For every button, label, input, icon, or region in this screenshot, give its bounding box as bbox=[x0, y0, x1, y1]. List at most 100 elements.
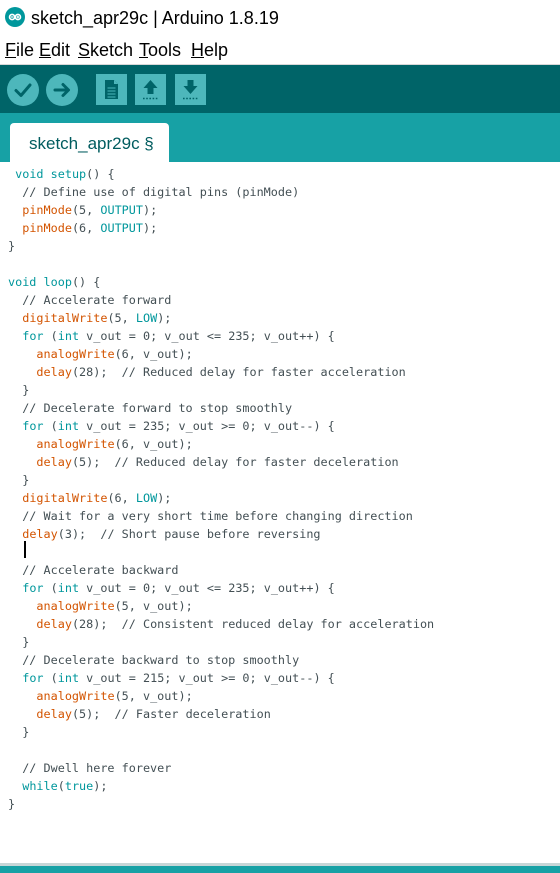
code-token: (6, bbox=[107, 491, 136, 505]
code-line: // Accelerate forward bbox=[8, 291, 171, 309]
code-token: (6, bbox=[71, 221, 101, 235]
open-button[interactable] bbox=[135, 74, 166, 105]
code-line: // Accelerate backward bbox=[8, 561, 178, 579]
code-token: setup bbox=[50, 167, 87, 181]
menu-sketch[interactable]: Sketch bbox=[78, 39, 133, 61]
code-token: v_out = 235; v_out >= 0; v_out--) { bbox=[79, 419, 335, 433]
code-line: } bbox=[8, 237, 15, 255]
code-token: pinMode bbox=[22, 221, 72, 235]
save-down-arrow-icon bbox=[183, 80, 198, 100]
code-line: while(true); bbox=[8, 777, 107, 795]
menu-file-mnemonic: F bbox=[5, 40, 16, 60]
menu-edit-mnemonic: E bbox=[39, 40, 52, 60]
verify-button[interactable] bbox=[7, 74, 39, 106]
menu-edit[interactable]: Edit bbox=[39, 39, 70, 61]
code-token: analogWrite bbox=[36, 437, 115, 451]
code-token: } bbox=[8, 725, 30, 739]
code-token: OUTPUT bbox=[100, 203, 143, 217]
code-token: } bbox=[8, 473, 30, 487]
menu-file-label: ile bbox=[16, 40, 35, 60]
code-line: delay(5); // Reduced delay for faster de… bbox=[8, 453, 398, 471]
code-line: delay(28); // Reduced delay for faster a… bbox=[8, 363, 405, 381]
code-token: ); bbox=[142, 221, 158, 235]
code-token: for bbox=[22, 581, 44, 595]
new-button[interactable] bbox=[96, 74, 127, 105]
code-token: loop bbox=[43, 275, 72, 289]
code-token: for bbox=[22, 419, 44, 433]
code-line: delay(3); // Short pause before reversin… bbox=[8, 525, 321, 543]
code-line: // Dwell here forever bbox=[8, 759, 171, 777]
code-token: } bbox=[8, 635, 30, 649]
code-line: for (int v_out = 0; v_out <= 235; v_out+… bbox=[8, 579, 335, 597]
code-token: (5, bbox=[107, 311, 136, 325]
code-token: (3); // Short pause before reversing bbox=[57, 527, 321, 541]
code-editor[interactable]: void setup() { // Define use of digital … bbox=[0, 162, 560, 863]
code-line: for (int v_out = 215; v_out >= 0; v_out-… bbox=[8, 669, 335, 687]
code-token: (5, bbox=[71, 203, 101, 217]
menu-file[interactable]: File bbox=[5, 39, 34, 61]
code-token: // Decelerate forward to stop smoothly bbox=[8, 401, 293, 415]
code-token: analogWrite bbox=[36, 689, 115, 703]
code-line: } bbox=[8, 723, 29, 741]
title-bar: sketch_apr29c | Arduino 1.8.19 bbox=[0, 0, 560, 36]
code-token: true bbox=[64, 779, 94, 793]
code-token: () { bbox=[71, 275, 101, 289]
menu-help[interactable]: Help bbox=[191, 39, 228, 61]
code-line: analogWrite(5, v_out); bbox=[8, 597, 193, 615]
upload-arrow-icon bbox=[53, 83, 70, 97]
code-token: } bbox=[8, 239, 16, 253]
code-token: digitalWrite bbox=[22, 491, 108, 505]
code-token: ( bbox=[43, 671, 58, 685]
menu-help-mnemonic: H bbox=[191, 40, 204, 60]
verify-checkmark-icon bbox=[14, 83, 32, 97]
code-token: OUTPUT bbox=[100, 221, 143, 235]
menu-tools-label: ools bbox=[148, 40, 182, 60]
save-button[interactable] bbox=[175, 74, 206, 105]
code-token: delay bbox=[36, 707, 72, 721]
code-token: delay bbox=[36, 617, 72, 631]
code-token: int bbox=[57, 419, 80, 433]
code-token: (6, v_out); bbox=[114, 437, 193, 451]
code-line: // Define use of digital pins (pinMode) bbox=[8, 183, 299, 201]
code-token: ); bbox=[157, 311, 172, 325]
menu-tools[interactable]: Tools bbox=[139, 39, 181, 61]
code-token: // Dwell here forever bbox=[8, 761, 172, 775]
code-token: int bbox=[57, 329, 80, 343]
code-line: } bbox=[8, 633, 29, 651]
code-token: analogWrite bbox=[36, 347, 115, 361]
code-line: digitalWrite(6, LOW); bbox=[8, 489, 171, 507]
code-token: (5, v_out); bbox=[114, 599, 193, 613]
code-line: pinMode(5, OUTPUT); bbox=[8, 201, 157, 219]
code-line: analogWrite(6, v_out); bbox=[8, 345, 193, 363]
text-cursor bbox=[24, 541, 26, 558]
upload-button[interactable] bbox=[46, 74, 78, 106]
open-up-arrow-icon bbox=[143, 80, 158, 100]
code-token: digitalWrite bbox=[22, 311, 108, 325]
code-token: ); bbox=[93, 779, 108, 793]
code-token: void bbox=[15, 167, 44, 181]
code-line: void setup() { bbox=[8, 165, 114, 183]
code-line: for (int v_out = 235; v_out >= 0; v_out-… bbox=[8, 417, 335, 435]
code-token: // Decelerate backward to stop smoothly bbox=[8, 653, 300, 667]
code-token: v_out = 0; v_out <= 235; v_out++) { bbox=[79, 329, 335, 343]
code-token: (6, v_out); bbox=[114, 347, 193, 361]
code-line: pinMode(6, OUTPUT); bbox=[8, 219, 157, 237]
code-token: int bbox=[57, 671, 80, 685]
menu-edit-label: dit bbox=[51, 40, 71, 60]
code-token: delay bbox=[36, 365, 72, 379]
toolbar bbox=[0, 65, 560, 113]
tab-sketch[interactable]: sketch_apr29c § bbox=[10, 123, 169, 162]
menu-help-label: elp bbox=[204, 40, 229, 60]
code-line: void loop() { bbox=[8, 273, 100, 291]
code-line: // Decelerate forward to stop smoothly bbox=[8, 399, 292, 417]
code-token: for bbox=[22, 671, 44, 685]
